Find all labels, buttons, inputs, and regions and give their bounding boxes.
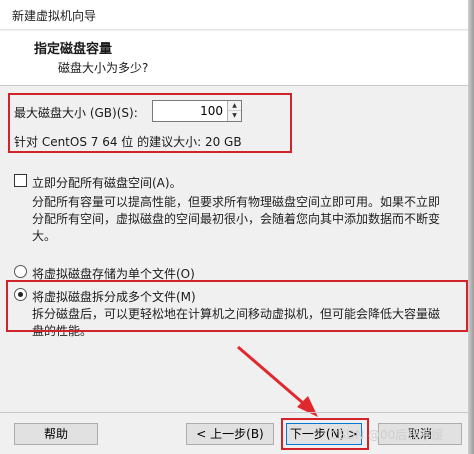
help-button[interactable]: 帮助 [14,423,98,445]
footer-separator [0,412,468,413]
annotation-arrow-icon [237,345,318,417]
back-button[interactable]: < 上一步(B) [186,423,274,445]
watermark: CSDN @00后程序媛 [330,428,444,442]
